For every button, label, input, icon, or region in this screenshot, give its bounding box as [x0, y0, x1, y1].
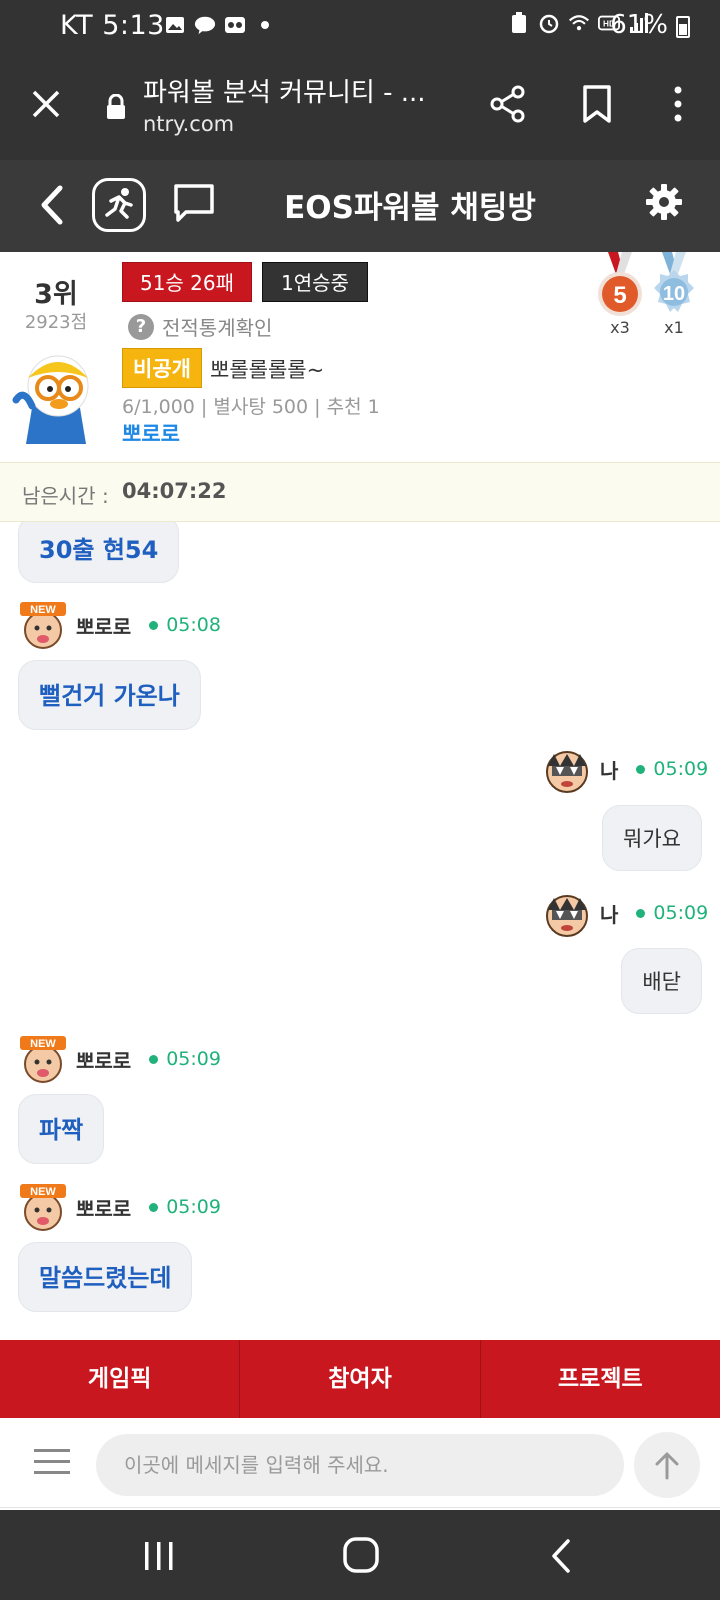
profile-meta: 6/1,000 | 별사탕 500 | 추천 1: [122, 396, 380, 418]
medal-icon: 10: [648, 252, 700, 320]
question-icon[interactable]: ?: [128, 314, 154, 340]
battery-percent: 61%: [610, 10, 668, 40]
my-avatar-icon[interactable]: [542, 744, 592, 794]
message-time: 05:09: [166, 1196, 221, 1218]
win-loss-badge: 51승 26패: [122, 262, 252, 302]
message-input[interactable]: [96, 1434, 624, 1496]
lock-icon: [104, 93, 128, 120]
medal-count: x1: [664, 318, 684, 337]
sender-name[interactable]: 뽀로로: [76, 1193, 131, 1222]
message-time: 05:08: [166, 614, 221, 636]
timer-label: 남은시간 :: [22, 484, 109, 508]
recent-apps-icon[interactable]: [142, 1540, 176, 1572]
clock: 5:13: [102, 10, 165, 41]
bottom-tab-bar: 게임픽 참여자 프로젝트: [0, 1340, 720, 1418]
message-bubble[interactable]: 뻘건거 가온나: [18, 660, 201, 730]
online-dot-icon: [636, 764, 646, 774]
online-dot-icon: [636, 908, 646, 918]
talk-icon: [194, 14, 216, 36]
medal-icon: 5: [594, 252, 646, 320]
medal-label: 10: [663, 283, 685, 305]
chat-room-title: EOS파워볼 채팅방: [284, 190, 536, 226]
status-carrier-time: KT 5:13: [60, 10, 165, 41]
bookmark-icon[interactable]: [580, 84, 614, 124]
avatar[interactable]: [12, 348, 100, 444]
page-title[interactable]: 파워볼 분석 커뮤니티 - ...: [143, 72, 443, 109]
rank: 3위: [34, 279, 78, 310]
more-vertical-icon[interactable]: [666, 84, 690, 124]
system-navigation-bar: [0, 1510, 720, 1600]
sender-name: 나: [600, 902, 619, 927]
chat-room-header: EOS파워볼 채팅방: [0, 160, 720, 252]
rank-points: 2923점: [24, 312, 88, 333]
new-user-avatar-icon[interactable]: NEW: [18, 600, 68, 650]
arrow-up-icon[interactable]: [634, 1432, 700, 1498]
message-bubble[interactable]: 말씀드렸는데: [18, 1242, 193, 1312]
message-sender: NEW 뽀로로 05:09: [18, 1034, 221, 1084]
tab-participants[interactable]: 참여자: [240, 1340, 481, 1418]
status-bar: KT 5:13 HD 61%: [0, 0, 720, 52]
chat-bubble-icon[interactable]: [172, 182, 216, 224]
message-time: 05:09: [166, 1048, 221, 1070]
hamburger-icon[interactable]: [34, 1448, 70, 1476]
browser-toolbar: 파워볼 분석 커뮤니티 - ... ntry.com: [0, 52, 720, 160]
message-sender: NEW 뽀로로 05:08: [18, 600, 221, 650]
share-icon[interactable]: [488, 84, 528, 124]
new-user-avatar-icon[interactable]: NEW: [18, 1182, 68, 1232]
wifi-icon: [568, 12, 590, 34]
my-message-bubble[interactable]: 배닫: [621, 948, 702, 1014]
gear-icon[interactable]: [644, 182, 684, 222]
svg-text:NEW: NEW: [30, 604, 56, 616]
svg-text:NEW: NEW: [30, 1186, 56, 1198]
tab-game-pick[interactable]: 게임픽: [0, 1340, 241, 1418]
message-input-bar: [0, 1418, 720, 1508]
remaining-time-bar: 남은시간 : 04:07:22: [0, 462, 720, 522]
status-message: 뽀롤롤롤롤~: [210, 358, 325, 382]
battery-saver-icon: [508, 12, 530, 34]
medal-label: 5: [613, 282, 626, 309]
sender-name: 나: [600, 758, 619, 783]
message-time: 05:09: [653, 902, 709, 924]
screen: KT 5:13 HD 61% 파워볼 분석 커뮤니티 - ... ntry.co…: [0, 0, 720, 1600]
svg-text:NEW: NEW: [30, 1038, 56, 1050]
timer-value: 04:07:22: [122, 479, 227, 503]
message-sender: 나 05:09: [542, 744, 708, 794]
message-time: 05:09: [653, 758, 709, 780]
my-avatar-icon[interactable]: [542, 888, 592, 938]
user-profile-card: 3위 2923점 51승 26패 1연승중 ? 전적통계확인 5 10 x3 x…: [0, 252, 720, 462]
tab-project[interactable]: 프로젝트: [481, 1340, 720, 1418]
chat-message-list[interactable]: 30출 현54 NEW 뽀로로 05:08 뻘건거 가온나 나 05:09 뭐가…: [0, 522, 720, 1340]
new-user-avatar-icon[interactable]: NEW: [18, 1034, 68, 1084]
online-dot-icon: [149, 620, 159, 630]
sender-name[interactable]: 뽀로로: [76, 1045, 131, 1074]
home-icon[interactable]: [342, 1536, 380, 1574]
sender-name[interactable]: 뽀로로: [76, 611, 131, 640]
chevron-left-icon[interactable]: [34, 182, 68, 228]
voicemail-icon: [224, 14, 246, 36]
gallery-icon: [164, 14, 186, 36]
online-dot-icon: [149, 1202, 159, 1212]
close-icon[interactable]: [28, 86, 64, 122]
carrier: KT: [60, 10, 94, 41]
message-sender: NEW 뽀로로 05:09: [18, 1182, 221, 1232]
back-icon[interactable]: [550, 1538, 572, 1574]
message-bubble[interactable]: 30출 현54: [18, 522, 180, 583]
more-notifications-icon: [254, 14, 276, 36]
message-sender: 나 05:09: [542, 888, 708, 938]
medal-count: x3: [610, 318, 630, 337]
page-url[interactable]: ntry.com: [143, 112, 234, 136]
alarm-icon: [538, 12, 560, 34]
profile-name-link[interactable]: 뽀로로: [122, 418, 180, 448]
battery-icon: [676, 16, 690, 38]
streak-badge: 1연승중: [262, 262, 368, 302]
stats-link[interactable]: 전적통계확인: [162, 312, 272, 341]
online-dot-icon: [149, 1054, 159, 1064]
runner-icon[interactable]: [92, 178, 146, 232]
private-badge: 비공개: [122, 348, 202, 388]
notification-icons: [164, 14, 276, 36]
my-message-bubble[interactable]: 뭐가요: [602, 805, 702, 871]
message-bubble[interactable]: 파짝: [18, 1094, 105, 1164]
